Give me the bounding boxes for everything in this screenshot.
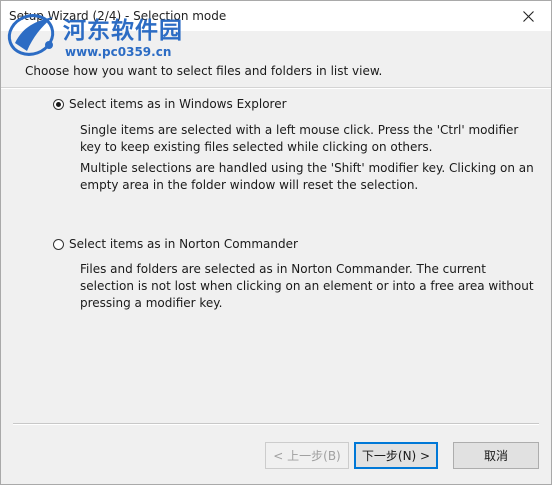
description-norton-commander: Files and folders are selected as in Nor… (80, 262, 534, 310)
next-button[interactable]: 下一步(N) > (354, 442, 438, 469)
radio-label-norton-commander: Select items as in Norton Commander (69, 237, 298, 251)
radio-button-checked[interactable] (53, 98, 64, 110)
header-divider-highlight (1, 88, 551, 89)
back-button[interactable]: < 上一步(B) (265, 442, 349, 469)
cancel-button[interactable]: 取消 (453, 442, 539, 469)
watermark-url: www.pc0359.cn (65, 45, 172, 59)
radio-button-unchecked[interactable] (53, 238, 64, 250)
instruction-text: Choose how you want to select files and … (25, 64, 383, 78)
footer-divider-highlight (13, 424, 539, 425)
setup-wizard-window: Setup Wizard (2/4) - Selection mode 河东软件… (0, 0, 552, 485)
description-windows-explorer-1: Single items are selected with a left mo… (80, 123, 519, 154)
description-windows-explorer-2: Multiple selections are handled using th… (80, 161, 534, 192)
watermark-brand: 河东软件园 (63, 17, 183, 44)
close-icon (522, 10, 534, 22)
radio-label-windows-explorer: Select items as in Windows Explorer (69, 97, 287, 111)
radio-norton-commander[interactable]: Select items as in Norton Commander (53, 237, 298, 251)
radio-windows-explorer[interactable]: Select items as in Windows Explorer (53, 97, 287, 111)
watermark-logo-icon (7, 14, 55, 56)
close-button[interactable] (505, 1, 551, 31)
